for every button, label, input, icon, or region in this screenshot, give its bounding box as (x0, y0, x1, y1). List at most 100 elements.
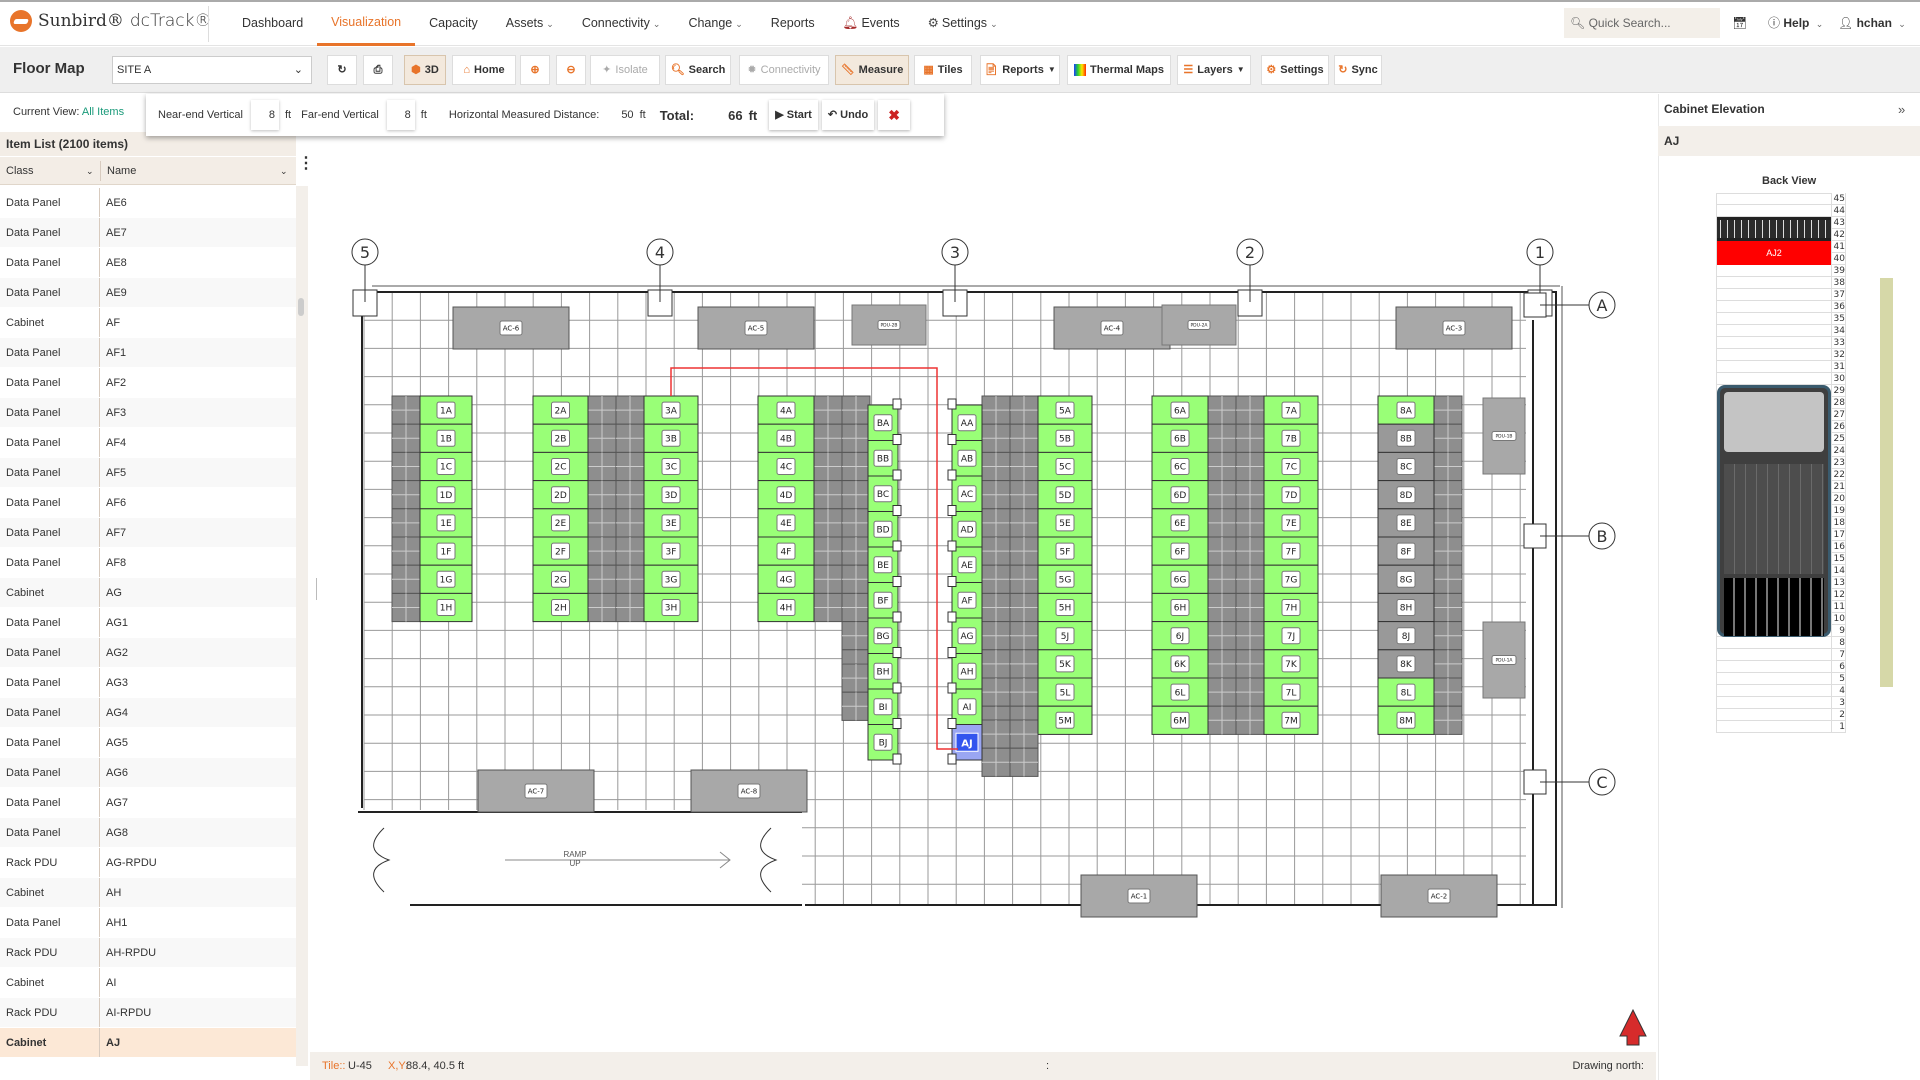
list-item[interactable]: Rack PDU AG-RPDU (0, 848, 296, 878)
layers-button[interactable]: ☰ Layers ▼ (1177, 55, 1251, 85)
list-item[interactable]: Data Panel AF8 (0, 548, 296, 578)
list-item[interactable]: Rack PDU AI-RPDU (0, 998, 296, 1028)
rack-unit-slot[interactable] (1716, 349, 1832, 361)
list-item[interactable]: Data Panel AH1 (0, 908, 296, 938)
list-item[interactable]: Data Panel AF2 (0, 368, 296, 398)
nav-connectivity[interactable]: Connectivity ⌄ (568, 0, 675, 46)
calendar-icon[interactable]: 📅︎ (1732, 0, 1747, 46)
isolate-button[interactable]: ✦ Isolate (590, 55, 660, 85)
rack-unit-slot[interactable] (1716, 361, 1832, 373)
item-list-scrollbar[interactable] (296, 186, 308, 1066)
sync-button[interactable]: ↻ Sync (1334, 55, 1382, 85)
list-item[interactable]: Cabinet AI (0, 968, 296, 998)
list-item[interactable]: Data Panel AG7 (0, 788, 296, 818)
list-item[interactable]: Data Panel AG1 (0, 608, 296, 638)
collapse-panel-icon[interactable]: » (1898, 102, 1905, 117)
rack-unit-slot[interactable] (1716, 673, 1832, 685)
list-item[interactable]: Data Panel AG5 (0, 728, 296, 758)
item-label: 3G (665, 576, 678, 586)
nav-reports[interactable]: Reports (757, 0, 829, 46)
user-menu[interactable]: 👤︎ hchan ⌄ (1838, 0, 1906, 46)
settings-button[interactable]: ⚙ Settings (1261, 55, 1329, 85)
site-select[interactable]: SITE A ⌄ (112, 56, 312, 84)
home-button[interactable]: ⌂ Home (452, 55, 516, 85)
chevron-down-icon[interactable]: ⌄ (86, 157, 94, 185)
rack-unit-slot[interactable] (1716, 289, 1832, 301)
rack-unit-slot[interactable] (1716, 721, 1832, 733)
list-item[interactable]: Data Panel AF1 (0, 338, 296, 368)
list-item[interactable]: Data Panel AE8 (0, 248, 296, 278)
list-item[interactable]: Cabinet AH (0, 878, 296, 908)
nav-assets[interactable]: Assets ⌄ (492, 0, 568, 46)
rack-unit-slot[interactable] (1716, 277, 1832, 289)
nav-events[interactable]: 🔔︎ Events (829, 0, 914, 46)
measure-button[interactable]: 📏︎ Measure (835, 55, 909, 85)
search-button[interactable]: 🔍︎ Search (665, 55, 731, 85)
list-item[interactable]: Data Panel AG6 (0, 758, 296, 788)
list-item[interactable]: Cabinet AJ (0, 1028, 296, 1058)
list-item[interactable]: Data Panel AF5 (0, 458, 296, 488)
list-item[interactable]: Data Panel AG4 (0, 698, 296, 728)
list-item[interactable]: Data Panel AE9 (0, 278, 296, 308)
rack-unit-slot[interactable] (1716, 373, 1832, 385)
rack-device-patch-panel[interactable] (1717, 217, 1831, 241)
rack-device-chassis-switch[interactable] (1717, 385, 1831, 637)
nav-change[interactable]: Change ⌄ (674, 0, 756, 46)
list-item[interactable]: Data Panel AG8 (0, 818, 296, 848)
list-item[interactable]: Data Panel AE7 (0, 218, 296, 248)
list-item[interactable]: Data Panel AG2 (0, 638, 296, 668)
help-menu[interactable]: ⓘ Help ⌄ (1768, 0, 1823, 46)
rack-unit-slot[interactable] (1716, 685, 1832, 697)
scrollbar-thumb[interactable] (298, 298, 304, 316)
reports-button[interactable]: 📄︎ Reports ▼ (980, 55, 1060, 85)
rack-unit-slot[interactable] (1716, 337, 1832, 349)
rack-device-aj2[interactable]: AJ2 (1717, 241, 1831, 265)
near-end-vertical-input[interactable]: 8 (251, 100, 279, 130)
zoom-out-button[interactable]: ⊖ (556, 55, 586, 85)
column-name-header[interactable]: Name (107, 157, 136, 185)
rack-unit-slot[interactable] (1716, 313, 1832, 325)
nav-visualization[interactable]: Visualization (317, 0, 416, 46)
list-item[interactable]: Rack PDU AH-RPDU (0, 938, 296, 968)
connectivity-button[interactable]: ✹ Connectivity (739, 55, 829, 85)
rack-unit-slot[interactable] (1716, 205, 1832, 217)
tiles-button[interactable]: ▦ Tiles (914, 55, 972, 85)
rack-unit-slot[interactable] (1716, 637, 1832, 649)
refresh-button[interactable]: ↻ (327, 55, 357, 85)
rack-unit-slot[interactable] (1716, 661, 1832, 673)
far-end-vertical-input[interactable]: 8 (387, 100, 415, 130)
chevron-down-icon[interactable]: ⌄ (280, 157, 288, 185)
close-measure-button[interactable]: ✖ (878, 100, 910, 130)
undo-button[interactable]: ↶ Undo (822, 100, 874, 130)
rack-unit-slot[interactable] (1716, 265, 1832, 277)
list-item[interactable]: Data Panel AG3 (0, 668, 296, 698)
start-button[interactable]: ▶ Start (769, 100, 818, 130)
app-logo[interactable]: Sunbird® dcTrack® (10, 10, 212, 32)
nav-capacity[interactable]: Capacity (415, 0, 492, 46)
print-button[interactable]: ⎙ (363, 55, 393, 85)
list-item[interactable]: Data Panel AF6 (0, 488, 296, 518)
rack-unit-slot[interactable] (1716, 697, 1832, 709)
list-item[interactable]: Data Panel AF4 (0, 428, 296, 458)
list-item[interactable]: Cabinet AG (0, 578, 296, 608)
column-class-header[interactable]: Class (6, 157, 34, 185)
thermal-maps-button[interactable]: ▥Thermal Maps (1067, 55, 1171, 85)
rack-unit-slot[interactable] (1716, 193, 1832, 205)
floor-plan-drawing[interactable]: RAMP UP5 4 3 2 1ABCAC-6 AC-5 AC-4 AC-3AC-7 AC-8AC… (318, 140, 1656, 1052)
list-item[interactable]: Cabinet AF (0, 308, 296, 338)
list-item[interactable]: Data Panel AF3 (0, 398, 296, 428)
nav-dashboard[interactable]: Dashboard (228, 0, 317, 46)
rack-unit-slot[interactable] (1716, 649, 1832, 661)
list-item[interactable]: Data Panel AF7 (0, 518, 296, 548)
rack-unit-slot[interactable] (1716, 325, 1832, 337)
quick-search-input[interactable]: 🔍︎ Quick Search... (1564, 8, 1720, 38)
nav-settings[interactable]: ⚙ Settings ⌄ (914, 0, 1012, 46)
rack-unit-slot[interactable] (1716, 709, 1832, 721)
rack-unit-slot[interactable] (1716, 301, 1832, 313)
list-item[interactable]: Data Panel AE6 (0, 188, 296, 218)
3d-button[interactable]: ⬢ 3D (404, 55, 446, 85)
floor-map-canvas[interactable]: RAMP UP 5 4 3 2 1 A B C AC-6 AC-5 AC-4 AC-3 AC-7 AC-8 AC… (318, 140, 1656, 1052)
zoom-in-button[interactable]: ⊕ (520, 55, 550, 85)
current-view-link[interactable]: All Items (82, 106, 124, 118)
column-menu-icon[interactable]: ⋮ (298, 156, 314, 172)
